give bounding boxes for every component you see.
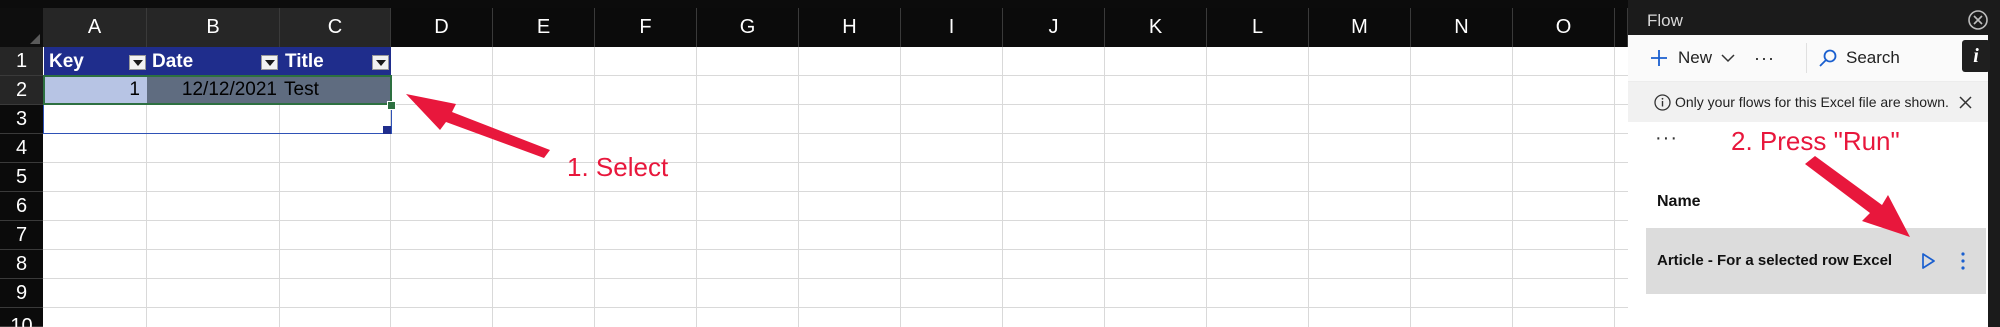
- row-header-6[interactable]: 6: [0, 192, 43, 221]
- more-vertical-icon[interactable]: [1953, 249, 1973, 273]
- info-icon[interactable]: i: [1962, 40, 1990, 72]
- list-header-name: Name: [1657, 193, 1701, 210]
- run-play-icon[interactable]: [1916, 249, 1940, 273]
- new-button[interactable]: New: [1650, 35, 1735, 81]
- table-header-key[interactable]: Key: [44, 47, 147, 76]
- info-notice-bar: Only your flows for this Excel file are …: [1628, 82, 1988, 122]
- gridline: [1206, 47, 1207, 327]
- column-header-o[interactable]: O: [1513, 8, 1615, 47]
- overflow-menu-button[interactable]: ···: [1655, 127, 1678, 150]
- row-header-3[interactable]: 3: [0, 105, 43, 134]
- filter-dropdown-icon[interactable]: [129, 55, 146, 70]
- red-arrow-icon: [1805, 156, 1910, 237]
- more-options-button[interactable]: ···: [1754, 35, 1775, 81]
- gridline: [43, 249, 1628, 250]
- gridline: [43, 278, 1628, 279]
- column-header-p[interactable]: [1615, 8, 1628, 47]
- column-header-k[interactable]: K: [1105, 8, 1207, 47]
- row-header-10[interactable]: 10: [0, 308, 43, 327]
- header-label: Date: [152, 51, 194, 72]
- column-header-i[interactable]: I: [901, 8, 1003, 47]
- row-header-5[interactable]: 5: [0, 163, 43, 192]
- info-circle-icon: [1654, 94, 1671, 111]
- gridline: [900, 47, 901, 327]
- table-header-title[interactable]: Title: [280, 47, 391, 76]
- toolbar-divider: [1806, 43, 1807, 73]
- chevron-down-icon: [1721, 54, 1735, 63]
- window-top-edge: [0, 0, 1628, 8]
- row-header-4[interactable]: 4: [0, 134, 43, 163]
- gridline: [798, 47, 799, 327]
- filter-dropdown-icon[interactable]: [261, 55, 278, 70]
- row-header-2[interactable]: 2: [0, 76, 43, 105]
- cell-a2[interactable]: 1: [44, 76, 147, 104]
- gridline: [43, 133, 1628, 134]
- column-header-e[interactable]: E: [493, 8, 595, 47]
- gridline: [594, 47, 595, 327]
- gridline: [1614, 47, 1615, 327]
- table-header-date[interactable]: Date: [147, 47, 280, 76]
- gridline: [1002, 47, 1003, 327]
- gridline: [1410, 47, 1411, 327]
- plus-icon: [1651, 50, 1667, 66]
- flow-task-pane: Flow New ··· Search i Only your flows fo…: [1628, 0, 2000, 327]
- header-label: Key: [49, 51, 84, 72]
- column-header-b[interactable]: B: [147, 8, 280, 47]
- column-header-h[interactable]: H: [799, 8, 901, 47]
- column-header-f[interactable]: F: [595, 8, 697, 47]
- select-all-corner[interactable]: [0, 8, 44, 47]
- column-header-m[interactable]: M: [1309, 8, 1411, 47]
- gridline: [696, 47, 697, 327]
- row-header-7[interactable]: 7: [0, 221, 43, 250]
- cell-b2[interactable]: 12/12/2021: [147, 76, 280, 104]
- gridline: [43, 220, 1628, 221]
- column-header-g[interactable]: G: [697, 8, 799, 47]
- search-icon: [1819, 49, 1837, 67]
- filter-dropdown-icon[interactable]: [372, 55, 389, 70]
- gridline: [1512, 47, 1513, 327]
- search-button[interactable]: Search: [1818, 35, 1900, 81]
- column-header-c[interactable]: C: [280, 8, 391, 47]
- pane-title: Flow: [1647, 11, 1683, 30]
- gridline: [1104, 47, 1105, 327]
- row-header-9[interactable]: 9: [0, 279, 43, 308]
- notice-text: Only your flows for this Excel file are …: [1675, 94, 1949, 110]
- red-arrow-icon: [406, 94, 550, 158]
- pane-toolbar: New ··· Search i: [1628, 35, 1990, 82]
- gridline: [43, 162, 1628, 163]
- pane-scrollbar[interactable]: [1988, 35, 2000, 327]
- column-header-a[interactable]: A: [43, 8, 147, 47]
- gridline: [43, 307, 1628, 308]
- column-header-l[interactable]: L: [1207, 8, 1309, 47]
- search-label: Search: [1846, 48, 1900, 67]
- gridline: [43, 104, 1628, 105]
- new-label: New: [1678, 48, 1713, 67]
- column-header-j[interactable]: J: [1003, 8, 1105, 47]
- annotation-step-1: 1. Select: [567, 152, 669, 182]
- row-header-8[interactable]: 8: [0, 250, 43, 279]
- gridline: [43, 191, 1628, 192]
- dismiss-icon[interactable]: [1959, 96, 1972, 109]
- row-header-1[interactable]: 1: [0, 47, 43, 76]
- column-header-d[interactable]: D: [391, 8, 493, 47]
- header-label: Title: [285, 51, 324, 72]
- annotation-step-2: 2. Press "Run": [1731, 126, 1900, 156]
- close-icon[interactable]: [1967, 9, 1989, 31]
- column-header-n[interactable]: N: [1411, 8, 1513, 47]
- corner-triangle-icon: [30, 34, 40, 44]
- gridline: [1308, 47, 1309, 327]
- spreadsheet-grid[interactable]: A B C D E F G H I J K L M N O 1 2 3 4 5 …: [0, 0, 1628, 327]
- cell-c2[interactable]: Test: [280, 76, 391, 104]
